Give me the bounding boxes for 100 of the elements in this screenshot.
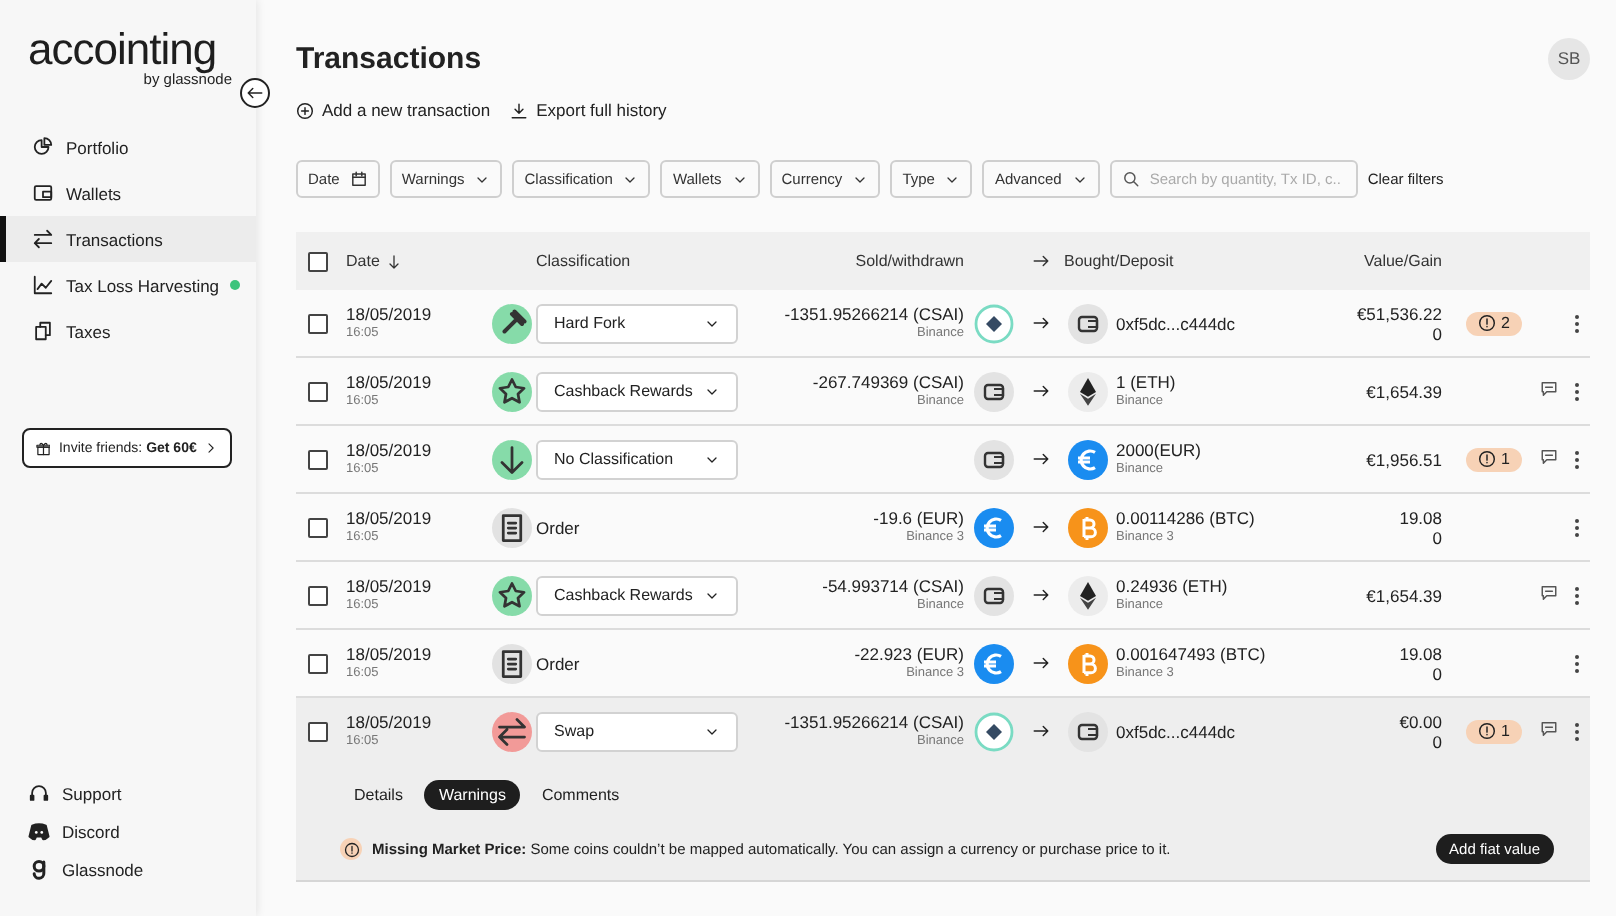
nav-item[interactable]: Transactions — [0, 216, 256, 262]
glassnode-logo-icon — [28, 858, 50, 880]
warning-badge[interactable]: 1 — [1465, 447, 1522, 471]
bought-amount: 0xf5dc...c444dc — [1116, 721, 1238, 741]
wallet-icon — [974, 439, 1014, 479]
line-chart-icon — [32, 274, 54, 296]
arrow-right-icon — [1032, 518, 1050, 536]
column-header: Sold/withdrawn — [855, 252, 966, 270]
arrow-right-icon — [1032, 722, 1050, 740]
collapse-sidebar-button[interactable] — [240, 78, 270, 108]
wallet-icon — [974, 371, 1014, 411]
warning-icon — [1477, 722, 1496, 740]
gain-text: 0 — [1430, 663, 1442, 683]
bought-amount: 1 (ETH) — [1116, 371, 1178, 391]
column-header[interactable]: Date — [346, 252, 380, 270]
row-checkbox[interactable] — [308, 313, 328, 333]
footer-link[interactable]: Glassnode — [0, 850, 256, 888]
sold-amount: -1351.95266214 (CSAI) — [784, 303, 964, 323]
category-select[interactable]: Cashback Rewards — [536, 371, 738, 411]
value-text: €1,956.51 — [1366, 449, 1442, 469]
bought-amount: 2000(EUR) — [1116, 439, 1204, 459]
arrow-right-icon — [1032, 586, 1050, 604]
warning-badge[interactable]: 1 — [1465, 719, 1522, 743]
warning-badge[interactable]: 2 — [1465, 311, 1522, 335]
gain-text: 0 — [1430, 731, 1442, 751]
arrow-right-icon — [1032, 654, 1050, 672]
wallet-icon — [974, 575, 1014, 615]
row-checkbox[interactable] — [308, 381, 328, 401]
date-text: 18/05/2019 — [346, 439, 434, 459]
arrow-right-icon — [1032, 252, 1050, 270]
value-text: €0.00 — [1399, 711, 1442, 731]
row-checkbox[interactable] — [308, 653, 328, 673]
plus-circle-icon — [296, 101, 314, 119]
app-logo: accointing — [28, 28, 217, 72]
coin-logo-icon — [974, 711, 1014, 751]
bitcoin-icon — [1068, 507, 1108, 547]
select-all-checkbox[interactable] — [308, 251, 328, 271]
transfer-icon — [32, 228, 54, 250]
sold-amount: -267.749369 (CSAI) — [812, 371, 964, 391]
wallet-icon — [32, 182, 54, 204]
more-menu-button[interactable] — [1573, 381, 1579, 401]
more-menu-button[interactable] — [1573, 721, 1579, 741]
nav-item[interactable]: Portfolio — [0, 124, 256, 170]
sort-down-icon — [385, 253, 402, 269]
date-text: 18/05/2019 — [346, 711, 434, 731]
row-checkbox[interactable] — [308, 517, 328, 537]
category-select[interactable]: No Classification — [536, 439, 738, 479]
wallet-icon — [1068, 303, 1108, 343]
more-menu-button[interactable] — [1573, 313, 1579, 333]
ethereum-icon — [1068, 371, 1108, 411]
date-text: 18/05/2019 — [346, 575, 434, 595]
arrow-down-icon — [491, 439, 531, 479]
row-checkbox[interactable] — [308, 585, 328, 605]
arrow-right-icon — [1032, 450, 1050, 468]
row-checkbox[interactable] — [308, 449, 328, 469]
footer-link[interactable]: Discord — [0, 812, 256, 850]
nav-item[interactable]: Wallets — [0, 170, 256, 216]
controller-icon — [28, 820, 50, 842]
nav-item[interactable]: Taxes — [0, 308, 256, 354]
user-avatar[interactable]: SB — [1548, 37, 1590, 79]
euro-coin-icon — [974, 643, 1014, 683]
swap-icon — [491, 711, 531, 751]
column-header: Bought/Deposit — [1064, 252, 1176, 270]
warning-icon — [1477, 450, 1496, 468]
date-text: 18/05/2019 — [346, 303, 434, 323]
coin-logo-icon — [974, 303, 1014, 343]
chevron-right-icon — [204, 440, 218, 456]
category-select[interactable]: Hard Fork — [536, 303, 738, 343]
arrow-left-icon — [246, 84, 264, 102]
gain-text: 0 — [1430, 323, 1442, 343]
column-header: Classification — [536, 252, 633, 270]
action-link[interactable]: Export full history — [510, 100, 667, 120]
detail-tab[interactable]: Warnings — [424, 780, 520, 810]
footer-link[interactable]: Support — [0, 774, 256, 812]
bitcoin-icon — [1068, 643, 1108, 683]
sold-amount: -54.993714 (CSAI) — [822, 575, 964, 595]
bought-amount: 0.24936 (ETH) — [1116, 575, 1230, 595]
date-text: 18/05/2019 — [346, 371, 434, 391]
calendar-icon — [349, 170, 368, 188]
more-menu-button[interactable] — [1573, 653, 1579, 673]
more-menu-button[interactable] — [1573, 449, 1579, 469]
detail-tab[interactable]: Comments — [527, 780, 634, 810]
category-select[interactable]: Cashback Rewards — [536, 575, 738, 615]
warning-icon — [1477, 314, 1496, 332]
column-header: Value/Gain — [1364, 252, 1442, 270]
classification-text: Order — [536, 653, 580, 673]
sold-amount: -19.6 (EUR) — [873, 507, 964, 527]
classification-text: Order — [536, 517, 580, 537]
date-text: 18/05/2019 — [346, 507, 434, 527]
category-select[interactable]: Swap — [536, 711, 738, 751]
documents-icon — [32, 320, 54, 342]
gain-text: 0 — [1430, 527, 1442, 547]
bought-amount: 0.001647493 (BTC) — [1116, 643, 1268, 663]
more-menu-button[interactable] — [1573, 517, 1579, 537]
action-link[interactable]: Add a new transaction — [296, 100, 491, 120]
more-menu-button[interactable] — [1573, 585, 1579, 605]
arrow-right-icon — [1032, 382, 1050, 400]
nav-item[interactable]: Tax Loss Harvesting — [0, 262, 256, 308]
detail-tab[interactable]: Details — [340, 780, 417, 810]
row-checkbox[interactable] — [308, 721, 328, 741]
